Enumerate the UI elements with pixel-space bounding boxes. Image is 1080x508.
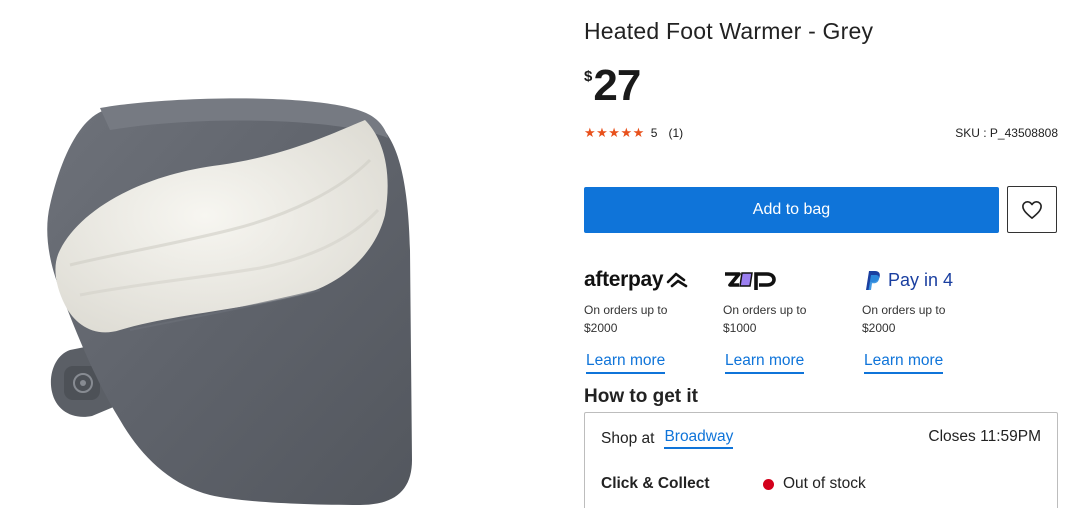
heart-icon xyxy=(1022,200,1042,219)
paypal-pay-in-4-label: Pay in 4 xyxy=(888,269,954,290)
rating-count[interactable]: (1) xyxy=(668,126,683,140)
zip-logo-icon xyxy=(725,272,776,290)
zip-description: On orders up to $1000 xyxy=(723,303,807,335)
product-image xyxy=(0,0,560,508)
payment-option-afterpay: afterpay On orders up to $2000 Learn mor… xyxy=(584,266,714,374)
how-to-get-it-heading: How to get it xyxy=(584,386,698,407)
out-of-stock-dot-icon xyxy=(763,478,774,490)
foot-warmer-image xyxy=(47,98,413,505)
zip-learn-more-link[interactable]: Learn more xyxy=(725,352,805,374)
price-currency: $ xyxy=(584,68,593,85)
store-closing-time: Closes 11:59PM xyxy=(928,428,1041,445)
paypal-learn-more-link[interactable]: Learn more xyxy=(864,352,944,374)
paypal-logo: Pay in 4 xyxy=(862,266,992,294)
payment-option-paypal: Pay in 4 On orders up to $2000 Learn mor… xyxy=(862,266,992,374)
afterpay-logo: afterpay xyxy=(584,266,714,294)
afterpay-learn-more-link[interactable]: Learn more xyxy=(586,352,666,374)
paypal-description: On orders up to $2000 xyxy=(862,303,946,335)
payment-option-zip: zip On orders up to $1000 Learn more xyxy=(723,266,853,374)
add-to-bag-button[interactable]: Add to bag xyxy=(584,187,999,233)
star-rating-icon[interactable]: ★★★★★ xyxy=(584,125,645,141)
stock-status: Out of stock xyxy=(763,475,866,493)
wishlist-button[interactable] xyxy=(1007,186,1057,233)
click-collect-label: Click & Collect xyxy=(601,475,710,492)
rating-row: ★★★★★ 5 (1) SKU : P_43508808 xyxy=(584,124,1058,142)
sku-label: SKU : P_43508808 xyxy=(955,126,1058,140)
store-selector-link[interactable]: Broadway xyxy=(664,428,734,449)
product-price: $ 27 xyxy=(584,61,641,110)
store-availability-box: Shop at Broadway Closes 11:59PM Click & … xyxy=(584,412,1058,508)
paypal-p-icon xyxy=(866,271,880,290)
product-title: Heated Foot Warmer - Grey xyxy=(584,18,874,44)
stock-status-text: Out of stock xyxy=(783,475,866,492)
shop-at-label: Shop at xyxy=(601,429,655,447)
price-amount: 27 xyxy=(593,61,641,110)
afterpay-description: On orders up to $2000 xyxy=(584,303,668,335)
shop-at-row: Shop at Broadway xyxy=(601,428,734,449)
rating-value: 5 xyxy=(650,126,658,140)
zip-logo: zip xyxy=(723,266,853,294)
afterpay-arrows-icon xyxy=(667,272,688,288)
